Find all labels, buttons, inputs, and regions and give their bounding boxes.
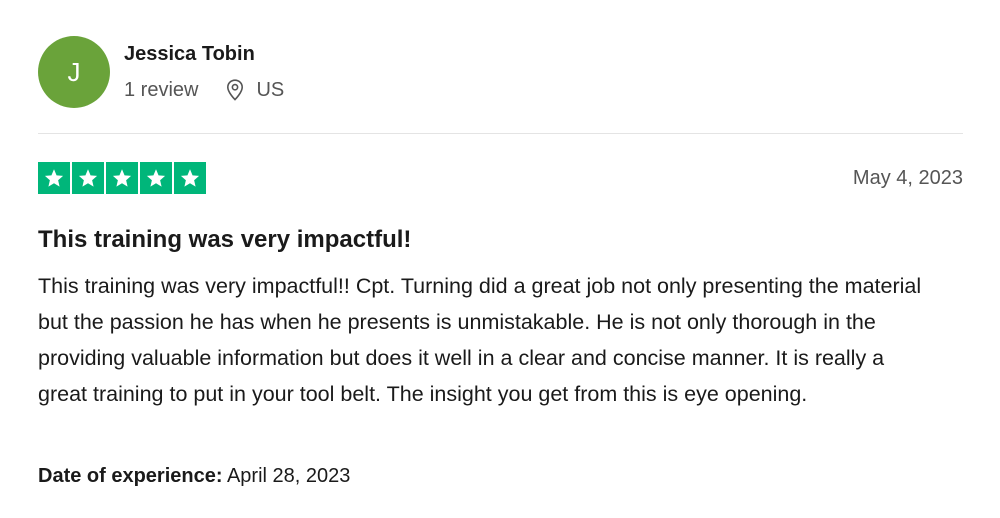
reviewer-header: J Jessica Tobin 1 review US xyxy=(38,36,963,108)
star-icon xyxy=(106,162,138,194)
reviewer-country: US xyxy=(256,79,285,101)
reviewer-location: US xyxy=(226,78,284,102)
star-icon xyxy=(72,162,104,194)
reviewer-info: Jessica Tobin 1 review US xyxy=(124,36,284,102)
experience-date: April 28, 2023 xyxy=(226,465,351,487)
avatar-initial: J xyxy=(67,56,81,87)
reviewer-name[interactable]: Jessica Tobin xyxy=(124,42,284,66)
review-count: 1 review xyxy=(124,79,199,101)
header-divider xyxy=(38,133,963,134)
experience-label: Date of experience: xyxy=(38,465,223,487)
rating-row: May 4, 2023 xyxy=(38,162,963,194)
star-icon xyxy=(38,162,70,194)
star-rating xyxy=(38,162,206,194)
star-icon xyxy=(174,162,206,194)
review-body: This training was very impactful!! Cpt. … xyxy=(38,274,922,406)
avatar[interactable]: J xyxy=(38,36,110,108)
review-card: J Jessica Tobin 1 review US May 4, 2023 … xyxy=(0,0,1000,518)
location-pin-icon xyxy=(227,79,244,101)
star-icon xyxy=(140,162,172,194)
reviewer-meta: 1 review US xyxy=(124,78,284,102)
review-date: May 4, 2023 xyxy=(852,166,963,189)
review-title[interactable]: This training was very impactful! xyxy=(38,224,963,256)
date-of-experience: Date of experience: April 28, 2023 xyxy=(38,462,350,490)
